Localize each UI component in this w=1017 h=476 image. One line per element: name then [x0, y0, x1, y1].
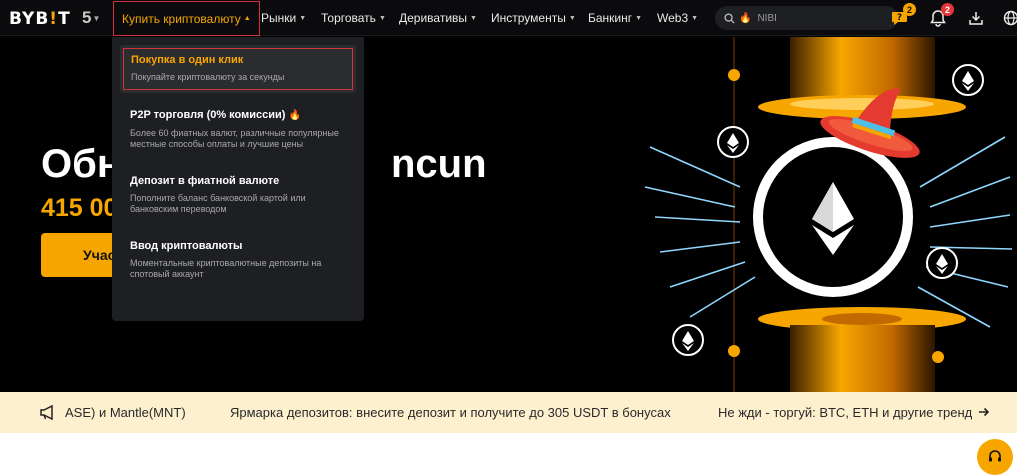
menu-item-one-click-buy[interactable]: Покупка в один клик Покупайте криптовалю…: [120, 45, 356, 93]
top-navbar: BYB!T 5▼ Купить криптовалюту ▲ Рынки ▼ Тор…: [0, 0, 1017, 36]
caret-up-icon: ▲: [243, 15, 251, 22]
nav-derivatives[interactable]: Деривативы ▼: [399, 0, 477, 36]
one-click-highlight: Покупка в один клик Покупайте криптовалю…: [123, 48, 353, 90]
nav-buy-crypto[interactable]: Купить криптовалюту ▲: [113, 1, 260, 36]
nav-trade[interactable]: Торговать ▼: [321, 0, 386, 36]
search-box[interactable]: 🔥: [715, 6, 898, 30]
megaphone-icon: [40, 404, 53, 421]
download-button[interactable]: [966, 8, 986, 28]
page-body-area: [0, 433, 1017, 476]
headset-icon: [989, 450, 1001, 462]
globe-icon: [1003, 10, 1017, 26]
caret-down-icon: ▼: [635, 14, 643, 22]
caret-down-icon: ▼: [691, 14, 699, 22]
nav-web3[interactable]: Web3 ▼: [657, 0, 698, 36]
language-button[interactable]: [1001, 8, 1017, 28]
buy-crypto-dropdown: Покупка в один клик Покупайте криптовалю…: [112, 37, 364, 321]
hero-amount: 415 00: [41, 194, 118, 222]
nav-markets[interactable]: Рынки ▼: [261, 0, 306, 36]
svg-text:?: ?: [897, 13, 902, 23]
anniversary-badge[interactable]: 5▼: [82, 8, 100, 28]
menu-item-p2p[interactable]: P2P торговля (0% комиссии) 🔥 Более 60 фи…: [120, 101, 356, 159]
ticker-item[interactable]: Не жди - торгуй: BTC, ETH и другие тренд: [718, 405, 972, 420]
caret-down-icon: ▼: [92, 14, 101, 24]
search-icon: [724, 12, 735, 24]
ticker-item[interactable]: Ярмарка депозитов: внесите депозит и пол…: [230, 405, 671, 420]
gift-button[interactable]: ? 2: [890, 3, 916, 28]
ticker-item[interactable]: ASE) и Mantle(MNT): [65, 405, 186, 420]
announcement-ticker: ASE) и Mantle(MNT) Ярмарка депозитов: вн…: [0, 392, 1017, 433]
arrow-right-icon[interactable]: [978, 406, 990, 418]
caret-down-icon: ▼: [378, 14, 386, 22]
caret-down-icon: ▼: [470, 14, 477, 22]
caret-down-icon: ▼: [568, 14, 576, 22]
caret-down-icon: ▼: [299, 14, 307, 22]
ethereum-illustration: [644, 37, 1013, 392]
flame-icon: 🔥: [739, 12, 752, 24]
nav-banking[interactable]: Банкинг ▼: [588, 0, 642, 36]
gift-count: 2: [903, 3, 916, 16]
notifications-button[interactable]: 2: [928, 3, 954, 28]
flame-icon: 🔥: [288, 110, 301, 121]
notification-count: 2: [941, 3, 954, 16]
download-icon: [969, 12, 983, 25]
bybit-logo[interactable]: BYB!T: [9, 9, 71, 29]
search-input[interactable]: [757, 12, 898, 24]
menu-item-fiat-deposit[interactable]: Депозит в фиатной валюте Пополните балан…: [120, 167, 356, 224]
menu-item-crypto-deposit[interactable]: Ввод криптовалюты Моментальные криптовал…: [120, 232, 356, 289]
nav-tools[interactable]: Инструменты ▼: [491, 0, 576, 36]
support-chat-button[interactable]: [977, 439, 1013, 475]
